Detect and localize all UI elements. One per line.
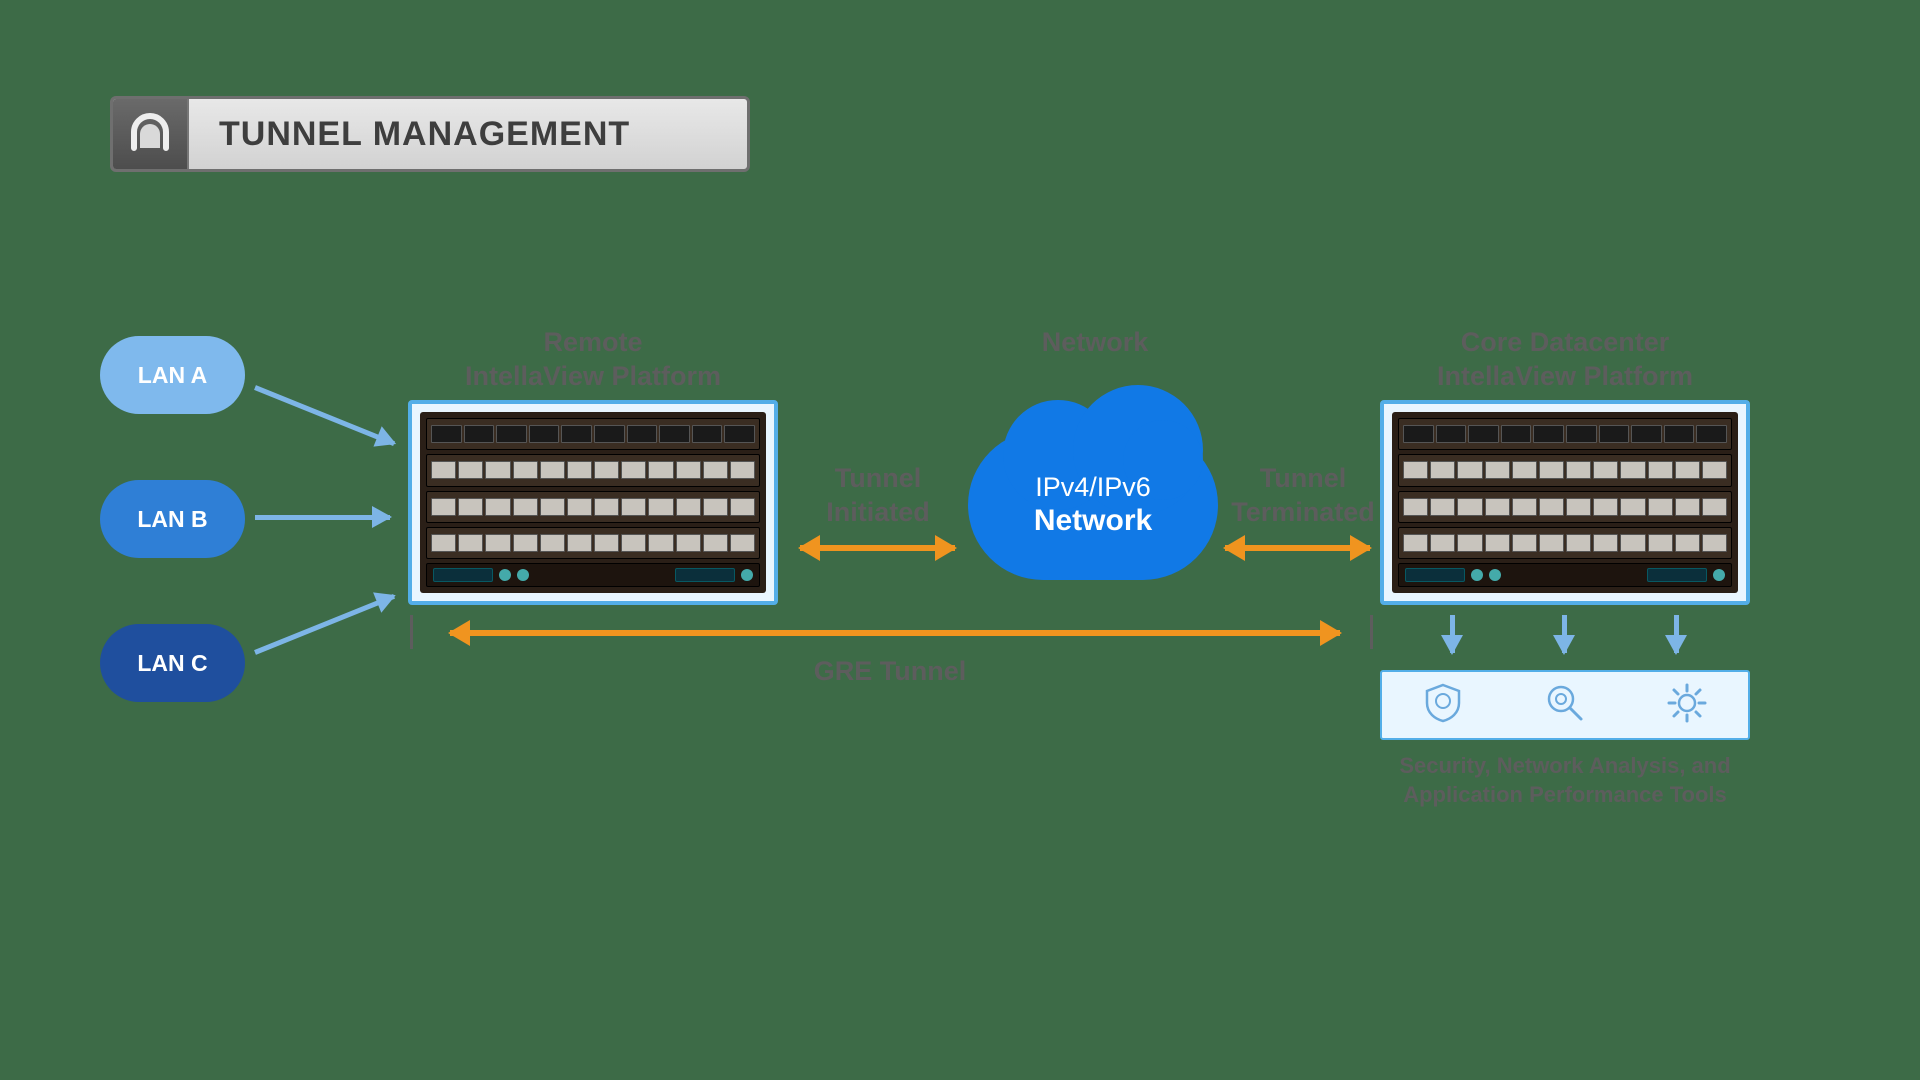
gre-tunnel-label: GRE Tunnel bbox=[790, 655, 990, 689]
core-device bbox=[1380, 400, 1750, 605]
lan-c-arrow bbox=[254, 594, 395, 655]
remote-device bbox=[408, 400, 778, 605]
core-to-tools-arrow-1 bbox=[1450, 615, 1455, 653]
remote-device-chassis bbox=[420, 412, 766, 593]
core-to-tools-arrow-3 bbox=[1674, 615, 1679, 653]
remote-label-line2: IntellaView Platform bbox=[408, 360, 778, 394]
gre-bracket-right bbox=[1370, 615, 1373, 649]
remote-label: Remote IntellaView Platform bbox=[408, 326, 778, 394]
remote-label-line1: Remote bbox=[408, 326, 778, 360]
ip-network-line2: Network bbox=[1034, 503, 1152, 539]
core-label-line2: IntellaView Platform bbox=[1380, 360, 1750, 394]
tunnel-icon bbox=[113, 99, 189, 169]
lan-b-arrow bbox=[255, 515, 390, 520]
tunnel-initiated-arrow bbox=[800, 545, 955, 551]
tools-caption-l2: Application Performance Tools bbox=[1360, 781, 1770, 810]
lan-a-label: LAN A bbox=[138, 362, 207, 389]
tools-caption: Security, Network Analysis, and Applicat… bbox=[1360, 752, 1770, 809]
tunnel-initiated-label: Tunnel Initiated bbox=[798, 462, 958, 530]
ip-network-line1: IPv4/IPv6 bbox=[1035, 471, 1151, 503]
tools-caption-l1: Security, Network Analysis, and bbox=[1360, 752, 1770, 781]
security-shield-icon bbox=[1421, 681, 1465, 730]
tunnel-terminated-l2: Terminated bbox=[1218, 496, 1388, 530]
lan-b-label: LAN B bbox=[137, 506, 207, 533]
performance-gear-icon bbox=[1665, 681, 1709, 730]
tunnel-terminated-l1: Tunnel bbox=[1218, 462, 1388, 496]
title-bar: TUNNEL MANAGEMENT bbox=[110, 96, 750, 172]
core-label: Core Datacenter IntellaView Platform bbox=[1380, 326, 1750, 394]
core-to-tools-arrow-2 bbox=[1562, 615, 1567, 653]
title-text: TUNNEL MANAGEMENT bbox=[189, 99, 747, 169]
core-label-line1: Core Datacenter bbox=[1380, 326, 1750, 360]
tools-box bbox=[1380, 670, 1750, 740]
core-device-chassis bbox=[1392, 412, 1738, 593]
lan-a-arrow bbox=[254, 385, 395, 446]
tunnel-terminated-label: Tunnel Terminated bbox=[1218, 462, 1388, 530]
tunnel-terminated-arrow bbox=[1225, 545, 1370, 551]
lan-c-label: LAN C bbox=[137, 650, 207, 677]
gre-tunnel-arrow bbox=[450, 630, 1340, 636]
tunnel-initiated-l1: Tunnel bbox=[798, 462, 958, 496]
gre-bracket-left bbox=[410, 615, 413, 649]
tunnel-initiated-l2: Initiated bbox=[798, 496, 958, 530]
lan-b-cloud: LAN B bbox=[100, 480, 245, 558]
analysis-magnifier-icon bbox=[1543, 681, 1587, 730]
lan-c-cloud: LAN C bbox=[100, 624, 245, 702]
ip-network-cloud: IPv4/IPv6 Network bbox=[968, 430, 1218, 580]
lan-a-cloud: LAN A bbox=[100, 336, 245, 414]
network-header-label: Network bbox=[1000, 326, 1190, 360]
